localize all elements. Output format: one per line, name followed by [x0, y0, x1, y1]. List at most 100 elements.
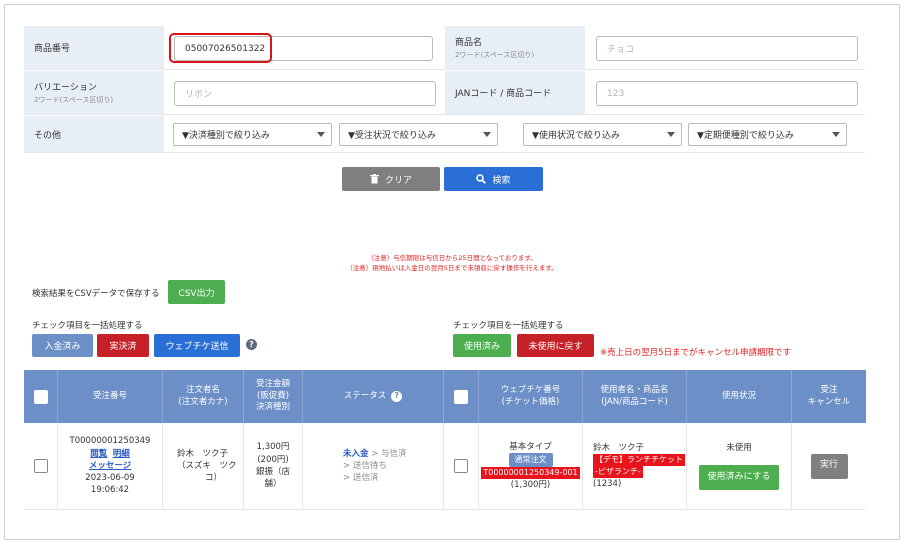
- select-all-left-checkbox[interactable]: [33, 389, 48, 404]
- clear-button-label: クリア: [384, 175, 412, 186]
- table-row-order: T00000001250349 閲覧 明細 メッセージ 2023-06-09 1…: [58, 423, 163, 510]
- chevron-down-icon: [667, 132, 675, 137]
- message-link[interactable]: メッセージ: [89, 460, 131, 472]
- cancel-deadline-warning: ※売上日の翌月5日までがキャンセル申請期限です: [600, 348, 792, 358]
- mark-used-row-button[interactable]: 使用済みにする: [699, 464, 779, 490]
- product-number-label-text: 商品番号: [34, 44, 71, 54]
- header-cancel-line2: キャンセル: [807, 396, 851, 407]
- header-cancel-line1: 受注: [820, 385, 838, 396]
- order-status-filter[interactable]: ▼受注状況で絞り込み: [339, 123, 498, 146]
- cancel-cell: 実行: [792, 423, 866, 510]
- notice-credit-period: （注意）与信期限は与信日から25日間となっております。: [367, 254, 537, 262]
- header-amount-line3: 決済種別: [255, 402, 290, 413]
- header-select-all: [24, 370, 58, 423]
- ticket-number: T00000001250349-001: [481, 467, 580, 479]
- product-name-label-text: 商品名: [455, 38, 483, 48]
- header-customer-line2: (注文者カナ): [178, 396, 228, 407]
- search-row-2: バリエーション 2ワード(スペース区切り) リボン JANコード / 商品コード…: [24, 71, 865, 115]
- row-checkbox-right[interactable]: [454, 459, 468, 473]
- row-checkbox-left[interactable]: [33, 459, 48, 473]
- header-user-product-line2: (JAN/商品コード): [601, 396, 668, 407]
- send-webticket-button[interactable]: ウェブチケ送信: [154, 334, 240, 357]
- customer-name: 鈴木 ツク子: [177, 448, 229, 459]
- user-name: 鈴木 ツク子: [593, 443, 645, 454]
- jan-cell: 123: [585, 71, 865, 114]
- chevron-down-icon: [832, 132, 840, 137]
- jan-input[interactable]: 123: [596, 81, 858, 106]
- payment-type-line2: 舗）: [264, 479, 282, 490]
- help-icon[interactable]: ?: [391, 391, 403, 402]
- product-name-input[interactable]: チョコ: [596, 36, 858, 61]
- order-time: 19:06:42: [90, 485, 130, 496]
- header-status: ステータス ?: [303, 370, 444, 423]
- help-icon[interactable]: ?: [246, 339, 257, 350]
- csv-export-button[interactable]: CSV出力: [168, 280, 225, 304]
- header-user-product-line1: 使用者名・商品名: [600, 385, 669, 396]
- payment-type-line1: 銀振（店: [255, 467, 290, 477]
- order-amount: 1,300円: [256, 442, 290, 453]
- order-date: 2023-06-09: [85, 473, 135, 484]
- header-ticket: ウェブチケ番号 (チケット価格): [479, 370, 583, 423]
- header-ticket-line1: ウェブチケ番号: [500, 385, 561, 396]
- clear-button[interactable]: クリア: [342, 167, 440, 191]
- detail-link[interactable]: 明細: [113, 449, 130, 459]
- header-status-text: ステータス: [343, 390, 387, 401]
- product-code: (1234): [593, 478, 622, 489]
- customer-kana-line2: コ）: [205, 473, 223, 484]
- usage-status: 未使用: [726, 443, 752, 454]
- row-select: [24, 423, 58, 510]
- ticket-type: 基本タイプ: [509, 442, 552, 453]
- mark-used-button[interactable]: 使用済み: [453, 334, 511, 357]
- view-link[interactable]: 閲覧: [90, 449, 107, 459]
- highlight-box: [169, 33, 272, 63]
- header-cancel: 受注 キャンセル: [792, 370, 866, 423]
- notice-local-payment: （注意）現地払いは入金日の翌月5日まで未領収に戻す操作を行えます。: [346, 264, 558, 272]
- variation-sub: 2ワード(スペース区切り): [34, 96, 114, 104]
- app-frame: 商品番号 05007026501322 商品名 2ワード(スペース区切り) チョ…: [4, 4, 900, 540]
- product-name-line1: 【デモ】ランチチケット: [593, 454, 685, 466]
- actual-settlement-button[interactable]: 実決済: [97, 334, 149, 357]
- chevron-down-icon: [483, 132, 491, 137]
- user-product-cell: 鈴木 ツク子 【デモ】ランチチケット -ピザランチ- (1234): [583, 423, 687, 510]
- header-usage-text: 使用状況: [721, 390, 756, 401]
- variation-label-text: バリエーション: [34, 83, 97, 93]
- header-customer-line1: 注文者名: [185, 385, 220, 396]
- jan-label-text: JANコード / 商品コード: [455, 89, 552, 99]
- product-number-label: 商品番号: [24, 26, 164, 69]
- usage-status-filter[interactable]: ▼使用状況で絞り込み: [523, 123, 682, 146]
- header-ticket-line2: (チケット価格): [501, 396, 560, 407]
- chevron-down-icon: [317, 132, 325, 137]
- payment-type-filter-label: ▼決済種別で絞り込み: [182, 131, 270, 141]
- csv-label: 検索結果をCSVデータで保存する: [32, 289, 160, 299]
- status-step-sent: > 送信済: [343, 473, 379, 484]
- subscription-type-filter[interactable]: ▼定期便種別で絞り込み: [688, 123, 847, 146]
- status-step-credit: > 与信済: [371, 448, 407, 459]
- bulk-right-label: チェック項目を一括処理する: [453, 321, 564, 331]
- header-user-product: 使用者名・商品名 (JAN/商品コード): [583, 370, 687, 423]
- header-amount: 受注金額 (販促費) 決済種別: [244, 370, 303, 423]
- other-label-text: その他: [34, 130, 62, 141]
- product-name-line2: -ピザランチ-: [593, 466, 643, 478]
- other-label: その他: [24, 116, 164, 152]
- variation-input[interactable]: リボン: [174, 81, 436, 106]
- customer-cell: 鈴木 ツク子 （スズキ ツク コ）: [163, 423, 244, 510]
- ticket-price: (1,300円): [510, 479, 551, 490]
- product-name-cell: チョコ: [585, 26, 865, 69]
- status-current[interactable]: 未入金: [343, 449, 369, 459]
- variation-label: バリエーション 2ワード(スペース区切り): [24, 71, 164, 114]
- search-button[interactable]: 検索: [444, 167, 543, 191]
- status-step-waiting: > 送信待ち: [343, 460, 387, 471]
- header-order-no: 受注番号: [58, 370, 163, 423]
- usage-cell: 未使用 使用済みにする: [687, 423, 792, 510]
- mark-paid-button[interactable]: 入金済み: [32, 334, 93, 357]
- other-cell: ▼決済種別で絞り込み ▼受注状況で絞り込み ▼使用状況で絞り込み ▼定期便種別で…: [164, 116, 865, 152]
- product-name-label: 商品名 2ワード(スペース区切り): [445, 26, 585, 69]
- promo-cost: (200円): [257, 454, 289, 465]
- search-row-3: その他 ▼決済種別で絞り込み ▼受注状況で絞り込み ▼使用状況で絞り込み ▼定期…: [24, 116, 865, 153]
- order-type-badge: 通常注文: [508, 453, 553, 467]
- payment-type-filter[interactable]: ▼決済種別で絞り込み: [173, 123, 332, 146]
- mark-unused-button[interactable]: 未使用に戻す: [517, 334, 594, 357]
- cancel-execute-button[interactable]: 実行: [810, 453, 848, 479]
- select-all-right-checkbox[interactable]: [454, 389, 468, 404]
- header-usage: 使用状況: [687, 370, 792, 423]
